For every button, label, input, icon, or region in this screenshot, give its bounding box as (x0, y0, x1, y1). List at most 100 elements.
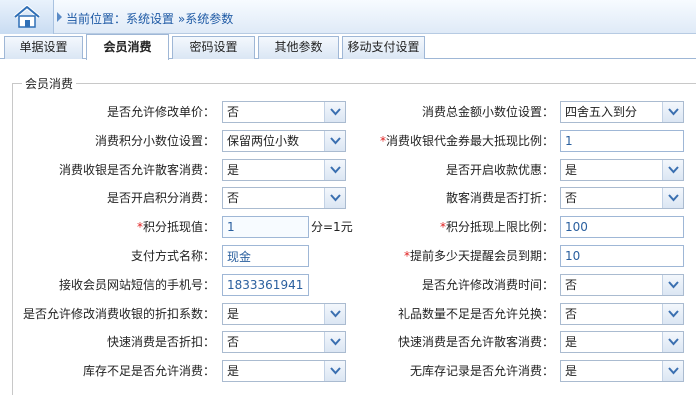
tab-mobile-payment-settings[interactable]: 移动支付设置 (342, 36, 425, 59)
dropdown-button[interactable] (324, 160, 345, 180)
right-field-label-5: *提前多少天提醒会员到期： (404, 246, 554, 266)
chevron-down-icon (668, 310, 679, 318)
left-select-8[interactable]: 否 (222, 331, 346, 353)
right-field-label-6: 是否允许修改消费时间： (422, 275, 554, 295)
field-label-text: 消费总金额小数位设置： (421, 105, 554, 119)
field-label-text: 散客消费是否打折： (445, 191, 554, 205)
tab-document-settings[interactable]: 单据设置 (4, 36, 83, 59)
breadcrumb: 当前位置：系统设置 »系统参数 (66, 10, 233, 27)
dropdown-button[interactable] (324, 361, 345, 381)
dropdown-button[interactable] (324, 131, 345, 151)
dropdown-button[interactable] (662, 188, 683, 208)
left-field-label-9: 库存不足是否允许消费： (83, 361, 215, 381)
select-value: 否 (227, 335, 240, 349)
tab-password-settings[interactable]: 密码设置 (172, 36, 255, 59)
select-value: 否 (227, 191, 240, 205)
select-value: 否 (227, 105, 240, 119)
left-field-label-3: 是否开启积分消费： (107, 188, 215, 208)
dropdown-button[interactable] (324, 102, 345, 122)
left-field-label-2: 消费收银是否允许散客消费： (59, 160, 215, 180)
dropdown-button[interactable] (662, 304, 683, 324)
right-select-9[interactable]: 是 (560, 360, 684, 382)
right-field-label-1: *消费收银代金券最大抵现比例： (380, 131, 554, 151)
chevron-down-icon (668, 166, 679, 174)
left-field-label-0: 是否允许修改单价： (107, 102, 215, 122)
field-label-text: 消费收银是否允许散客消费： (58, 163, 215, 177)
right-field-label-3: 散客消费是否打折： (446, 188, 554, 208)
chevron-down-icon (330, 338, 341, 346)
chevron-down-icon (668, 194, 679, 202)
dropdown-button[interactable] (662, 160, 683, 180)
breadcrumb-arrow-icon (57, 12, 62, 22)
left-field-label-7: 是否允许修改消费收银的折扣系数： (23, 304, 215, 324)
select-value: 是 (565, 335, 578, 349)
field-label-text: 积分抵现值： (142, 220, 215, 234)
field-label-text: 提前多少天提醒会员到期： (409, 249, 554, 263)
left-select-2[interactable]: 是 (222, 159, 346, 181)
left-field-label-8: 快速消费是否折扣： (107, 332, 215, 352)
left-input-5[interactable] (222, 245, 309, 267)
select-value: 否 (565, 278, 578, 292)
field-label-text: 支付方式名称： (130, 249, 215, 263)
select-value: 保留两位小数 (227, 134, 300, 148)
left-input-4[interactable] (222, 216, 309, 238)
select-value: 是 (565, 364, 578, 378)
chevron-down-icon (330, 166, 341, 174)
field-label-text: 是否开启收款优惠： (445, 163, 554, 177)
right-input-1[interactable] (560, 130, 684, 152)
field-label-text: 库存不足是否允许消费： (82, 364, 215, 378)
left-select-1[interactable]: 保留两位小数 (222, 130, 346, 152)
right-input-4[interactable] (560, 216, 684, 238)
points-unit-suffix: 分=1元 (311, 220, 353, 234)
right-select-7[interactable]: 否 (560, 303, 684, 325)
dropdown-button[interactable] (324, 304, 345, 324)
tab-other-params[interactable]: 其他参数 (258, 36, 339, 59)
chevron-down-icon (668, 281, 679, 289)
right-select-0[interactable]: 四舍五入到分 (560, 101, 684, 123)
chevron-down-icon (330, 367, 341, 375)
dropdown-button[interactable] (662, 332, 683, 352)
select-value: 是 (227, 163, 240, 177)
home-button[interactable] (0, 0, 54, 34)
right-select-3[interactable]: 否 (560, 187, 684, 209)
select-value: 否 (565, 191, 578, 205)
right-select-2[interactable]: 是 (560, 159, 684, 181)
tab-bar: 单据设置 会员消费 密码设置 其他参数 移动支付设置 (0, 34, 696, 60)
field-label-text: 是否允许修改消费收银的折扣系数： (22, 307, 215, 321)
dropdown-button[interactable] (662, 102, 683, 122)
field-label-text: 礼品数量不足是否允许兑换： (397, 307, 554, 321)
field-label-text: 无库存记录是否允许消费： (409, 364, 554, 378)
chevron-down-icon (330, 108, 341, 116)
select-value: 是 (227, 364, 240, 378)
left-select-3[interactable]: 否 (222, 187, 346, 209)
breadcrumb-system-params[interactable]: 系统参数 (185, 12, 233, 26)
right-select-8[interactable]: 是 (560, 331, 684, 353)
home-icon (13, 5, 41, 28)
chevron-down-icon (330, 310, 341, 318)
left-field-label-4: *积分抵现值： (137, 217, 215, 237)
tab-member-consumption[interactable]: 会员消费 (86, 34, 169, 60)
right-field-label-0: 消费总金额小数位设置： (422, 102, 554, 122)
location-bar: 当前位置：系统设置 »系统参数 (0, 0, 696, 34)
field-label-text: 快速消费是否折扣： (106, 335, 215, 349)
dropdown-button[interactable] (662, 275, 683, 295)
right-field-label-2: 是否开启收款优惠： (446, 160, 554, 180)
fieldset-legend: 会员消费 (22, 75, 77, 92)
chevron-down-icon (668, 367, 679, 375)
right-input-5[interactable] (560, 245, 684, 267)
dropdown-button[interactable] (324, 188, 345, 208)
breadcrumb-system-settings[interactable]: 系统设置 (126, 12, 174, 26)
right-field-label-9: 无库存记录是否允许消费： (410, 361, 554, 381)
left-select-0[interactable]: 否 (222, 101, 346, 123)
right-select-6[interactable]: 否 (560, 274, 684, 296)
left-select-9[interactable]: 是 (222, 360, 346, 382)
dropdown-button[interactable] (324, 332, 345, 352)
left-select-7[interactable]: 是 (222, 303, 346, 325)
select-value: 否 (565, 307, 578, 321)
select-value: 是 (227, 307, 240, 321)
left-field-label-5: 支付方式名称： (131, 246, 215, 266)
right-field-label-7: 礼品数量不足是否允许兑换： (398, 304, 554, 324)
left-input-6[interactable] (222, 274, 309, 296)
dropdown-button[interactable] (662, 361, 683, 381)
chevron-down-icon (668, 338, 679, 346)
